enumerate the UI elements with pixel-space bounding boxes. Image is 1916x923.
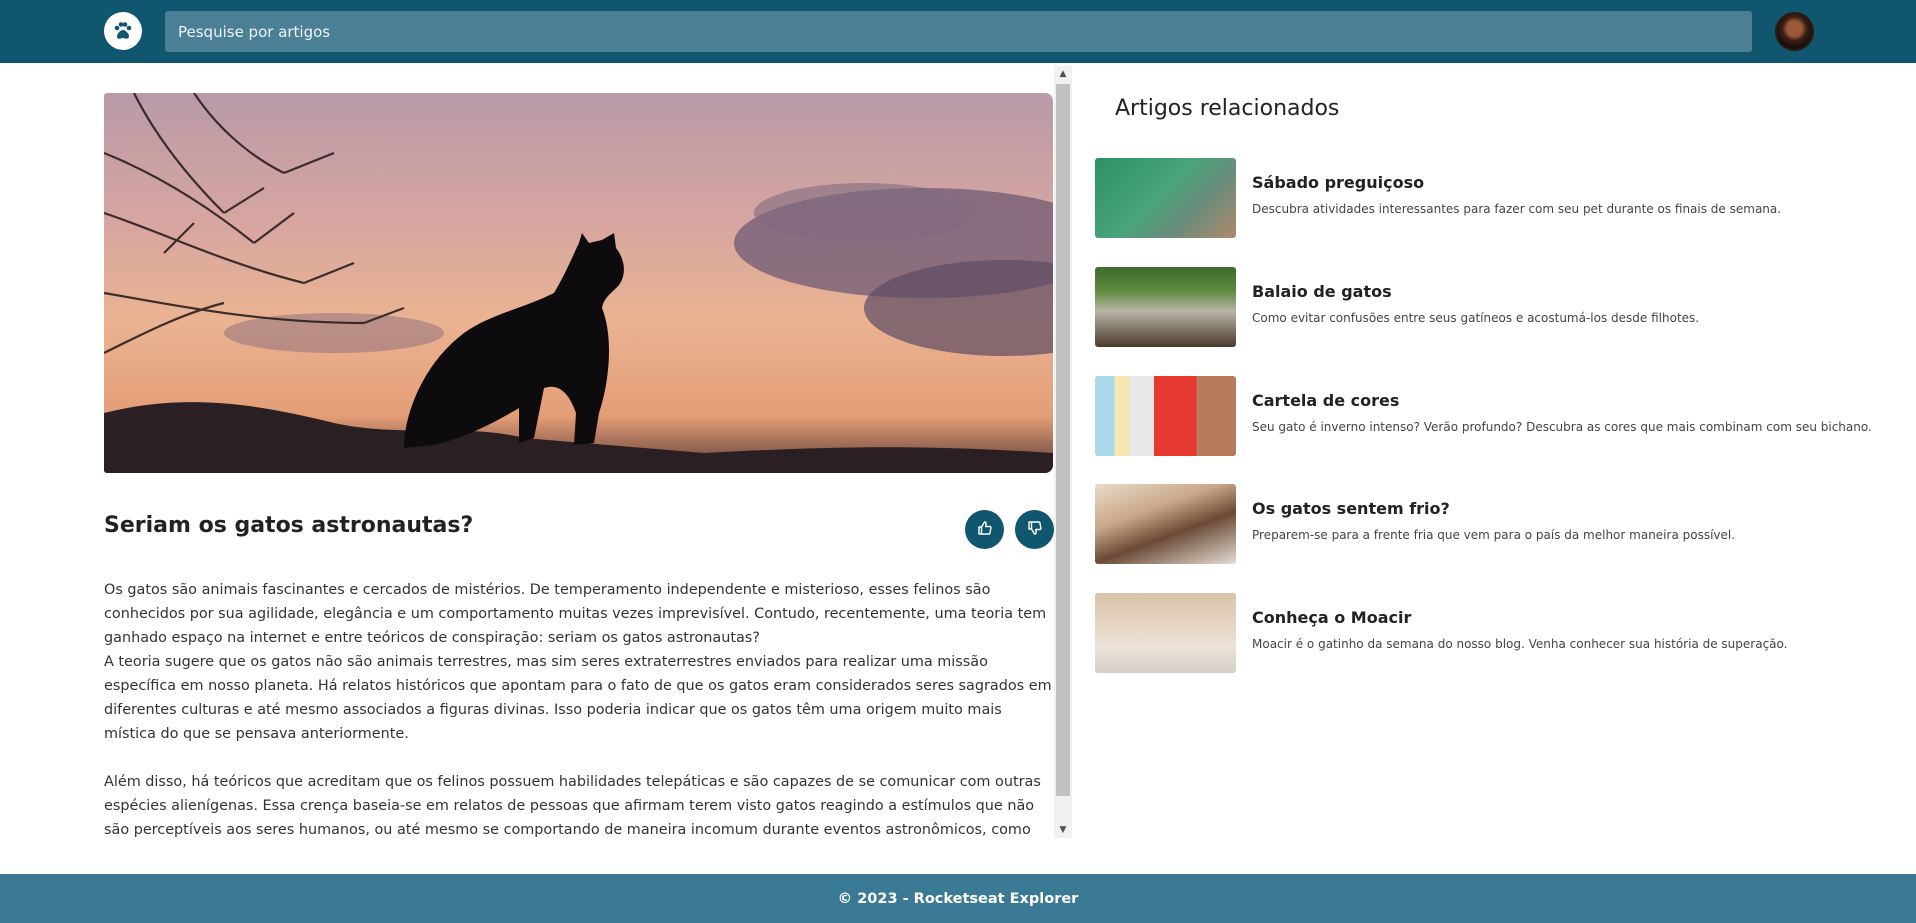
related-item-title[interactable]: Os gatos sentem frio? — [1252, 499, 1450, 518]
dislike-button[interactable] — [1015, 510, 1054, 549]
article-paragraph: A teoria sugere que os gatos não são ani… — [104, 654, 1052, 742]
related-item-title[interactable]: Sábado preguiçoso — [1252, 173, 1424, 192]
scroll-up-arrow-icon[interactable]: ▲ — [1054, 66, 1072, 82]
related-item[interactable]: Cartela de cores Seu gato é inverno inte… — [1095, 376, 1916, 456]
related-item-title[interactable]: Balaio de gatos — [1252, 282, 1392, 301]
article-title: Seriam os gatos astronautas? — [104, 513, 474, 538]
footer: © 2023 - Rocketseat Explorer — [0, 874, 1916, 923]
article-panel: Seriam os gatos astronautas? Os gatos sã… — [104, 63, 1072, 838]
related-item-title[interactable]: Conheça o Moacir — [1252, 608, 1411, 627]
search-bar[interactable] — [165, 11, 1752, 52]
related-articles: Artigos relacionados Sábado preguiçoso D… — [1095, 63, 1916, 838]
search-input[interactable] — [178, 22, 1739, 41]
related-item[interactable]: Sábado preguiçoso Descubra atividades in… — [1095, 158, 1916, 238]
related-title: Artigos relacionados — [1115, 96, 1340, 121]
header — [0, 0, 1916, 63]
related-thumbnail[interactable] — [1095, 593, 1236, 673]
footer-copyright: © 2023 - Rocketseat Explorer — [837, 890, 1079, 907]
related-item-description: Preparem-se para a frente fria que vem p… — [1252, 528, 1736, 542]
like-button[interactable] — [965, 510, 1004, 549]
scroll-down-arrow-icon[interactable]: ▼ — [1054, 822, 1072, 838]
user-avatar[interactable] — [1775, 12, 1814, 51]
article-paragraph: Os gatos são animais fascinantes e cerca… — [104, 582, 1047, 646]
related-item[interactable]: Conheça o Moacir Moacir é o gatinho da s… — [1095, 593, 1916, 673]
article-body: Os gatos são animais fascinantes e cerca… — [104, 578, 1054, 838]
thumbs-up-icon — [977, 520, 993, 540]
related-item[interactable]: Os gatos sentem frio? Preparem-se para a… — [1095, 484, 1916, 564]
related-item-description: Moacir é o gatinho da semana do nosso bl… — [1252, 637, 1788, 651]
related-thumbnail[interactable] — [1095, 158, 1236, 238]
related-thumbnail[interactable] — [1095, 267, 1236, 347]
related-thumbnail[interactable] — [1095, 484, 1236, 564]
related-item[interactable]: Balaio de gatos Como evitar confusões en… — [1095, 267, 1916, 347]
article-paragraph: Além disso, há teóricos que acreditam qu… — [104, 774, 1041, 838]
related-item-title[interactable]: Cartela de cores — [1252, 391, 1399, 410]
scroll-thumb[interactable] — [1056, 84, 1070, 796]
related-thumbnail[interactable] — [1095, 376, 1236, 456]
thumbs-down-icon — [1027, 520, 1043, 540]
related-item-description: Como evitar confusões entre seus gatíneo… — [1252, 311, 1700, 325]
related-item-description: Descubra atividades interessantes para f… — [1252, 202, 1782, 216]
related-item-description: Seu gato é inverno intenso? Verão profun… — [1252, 420, 1872, 434]
hero-image — [104, 93, 1053, 473]
article-scrollbar[interactable]: ▲ ▼ — [1054, 66, 1072, 838]
paw-logo-icon[interactable] — [104, 12, 142, 50]
